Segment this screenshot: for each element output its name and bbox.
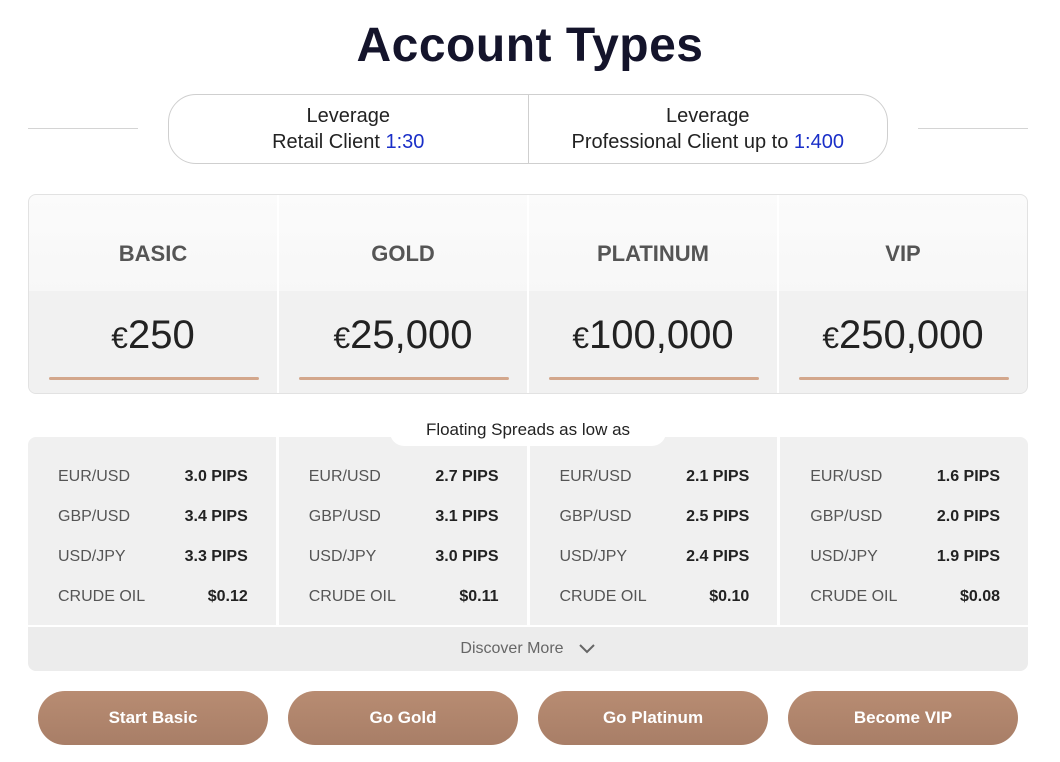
spread-row: GBP/USD 3.1 PIPS (309, 497, 499, 537)
instrument-name: EUR/USD (308, 468, 381, 485)
tier-name: PLATINUM (596, 241, 710, 266)
tier-amount: 25,000 (350, 313, 473, 357)
divider-right (918, 128, 1028, 129)
tier-platinum: PLATINUM €100,000 (527, 195, 777, 393)
spread-row: EUR/USD 2.1 PIPS (560, 457, 750, 497)
page-title: Account Types (356, 19, 704, 72)
tier-underline (299, 377, 509, 380)
spread-value: $0.12 (207, 588, 248, 605)
tier-name: BASIC (118, 241, 188, 266)
spreads-basic: EUR/USD 3.0 PIPS GBP/USD 3.4 PIPS USD/JPY 3… (28, 437, 276, 625)
spread-row: CRUDE OIL $0.10 (560, 577, 750, 617)
instrument-name: USD/JPY (58, 548, 126, 565)
spread-value: 2.7 PIPS (435, 468, 499, 485)
tier-underline (549, 377, 759, 380)
instrument-name: GBP/USD (58, 508, 131, 525)
leverage-professional: Leverage Professional Client up to 1:400 (527, 95, 888, 163)
instrument-name: USD/JPY (810, 548, 878, 565)
leverage-value: 1:30 (385, 131, 425, 153)
spread-value: 3.3 PIPS (184, 548, 248, 565)
go-platinum-button[interactable]: Go Platinum (538, 691, 768, 745)
spread-row: USD/JPY 2.4 PIPS (560, 537, 750, 577)
currency-symbol: € (822, 322, 840, 355)
tier-name: GOLD (371, 241, 435, 266)
tier-name: VIP (885, 241, 921, 266)
tier-vip: VIP €250,000 (777, 195, 1027, 393)
instrument-name: CRUDE OIL (559, 588, 647, 605)
start-basic-button[interactable]: Start Basic (38, 691, 268, 745)
leverage-heading: Leverage (306, 105, 390, 127)
discover-more-label: Discover More (460, 640, 564, 657)
spread-value: 1.6 PIPS (936, 468, 1000, 485)
spreads-label: Floating Spreads as low as (390, 414, 666, 446)
spread-value: 2.4 PIPS (686, 548, 750, 565)
currency-symbol: € (333, 322, 351, 355)
spread-value: 2.1 PIPS (686, 468, 750, 485)
currency-symbol: € (111, 322, 128, 355)
instrument-name: CRUDE OIL (810, 588, 898, 605)
tier-price: €100,000 (529, 313, 777, 358)
leverage-label: Retail Client (272, 131, 380, 153)
leverage-retail: Leverage Retail Client 1:30 (169, 95, 528, 163)
become-vip-button[interactable]: Become VIP (788, 691, 1018, 745)
tier-price: €250,000 (779, 313, 1027, 358)
go-gold-button[interactable]: Go Gold (288, 691, 518, 745)
spread-row: CRUDE OIL $0.08 (810, 577, 1000, 617)
chevron-down-icon (578, 644, 595, 654)
instrument-name: EUR/USD (559, 468, 632, 485)
instrument-name: GBP/USD (810, 508, 883, 525)
spread-row: EUR/USD 3.0 PIPS (58, 457, 248, 497)
spread-value: 2.5 PIPS (686, 508, 750, 525)
spread-row: GBP/USD 2.5 PIPS (560, 497, 750, 537)
spreads-gold: EUR/USD 2.7 PIPS GBP/USD 3.1 PIPS USD/JPY 3… (275, 437, 527, 625)
tier-price: €250 (29, 313, 277, 358)
spread-row: GBP/USD 2.0 PIPS (810, 497, 1000, 537)
spread-value: 3.0 PIPS (435, 548, 499, 565)
leverage-label: Professional Client up to (571, 131, 789, 153)
spread-value: $0.11 (459, 588, 499, 605)
tier-underline (799, 377, 1009, 380)
tier-basic: BASIC €250 (29, 195, 277, 393)
spread-row: USD/JPY 3.3 PIPS (58, 537, 248, 577)
discover-more-button[interactable]: Discover More (28, 627, 1028, 671)
account-tiers: BASIC €250 GOLD €25,000 PLATINUM €100,00… (28, 194, 1028, 394)
spread-value: 3.0 PIPS (184, 468, 248, 485)
instrument-name: CRUDE OIL (58, 588, 146, 605)
spread-row: EUR/USD 1.6 PIPS (810, 457, 1000, 497)
spread-value: $0.10 (709, 588, 750, 605)
spread-row: GBP/USD 3.4 PIPS (58, 497, 248, 537)
spreads-vip: EUR/USD 1.6 PIPS GBP/USD 2.0 PIPS USD/JPY 1… (777, 437, 1028, 625)
divider-left (28, 128, 138, 129)
spread-value: 2.0 PIPS (936, 508, 1000, 525)
spread-row: CRUDE OIL $0.12 (58, 577, 248, 617)
spread-row: CRUDE OIL $0.11 (309, 577, 499, 617)
instrument-name: EUR/USD (58, 468, 131, 485)
instrument-name: GBP/USD (559, 508, 632, 525)
spreads-platinum: EUR/USD 2.1 PIPS GBP/USD 2.5 PIPS USD/JPY 2… (526, 437, 778, 625)
tier-amount: 250,000 (839, 313, 984, 357)
currency-symbol: € (572, 322, 590, 355)
instrument-name: CRUDE OIL (308, 588, 396, 605)
tier-underline (49, 377, 259, 380)
instrument-name: GBP/USD (308, 508, 381, 525)
instrument-name: EUR/USD (810, 468, 883, 485)
spread-value: 3.4 PIPS (184, 508, 248, 525)
tier-amount: 250 (127, 313, 195, 357)
spread-value: 3.1 PIPS (435, 508, 499, 525)
tier-amount: 100,000 (589, 313, 734, 357)
leverage-heading: Leverage (666, 105, 750, 127)
leverage-value: 1:400 (793, 131, 844, 153)
spread-value: $0.08 (959, 588, 1000, 605)
spread-row: USD/JPY 3.0 PIPS (309, 537, 499, 577)
leverage-panel: Leverage Retail Client 1:30 Leverage Pro… (168, 94, 888, 164)
spread-value: 1.9 PIPS (936, 548, 1000, 565)
instrument-name: USD/JPY (559, 548, 628, 565)
spread-row: EUR/USD 2.7 PIPS (309, 457, 499, 497)
spreads-table: EUR/USD 3.0 PIPS GBP/USD 3.4 PIPS USD/JPY 3… (28, 437, 1028, 625)
instrument-name: USD/JPY (308, 548, 377, 565)
tier-gold: GOLD €25,000 (277, 195, 527, 393)
tier-price: €25,000 (279, 313, 527, 358)
spread-row: USD/JPY 1.9 PIPS (810, 537, 1000, 577)
